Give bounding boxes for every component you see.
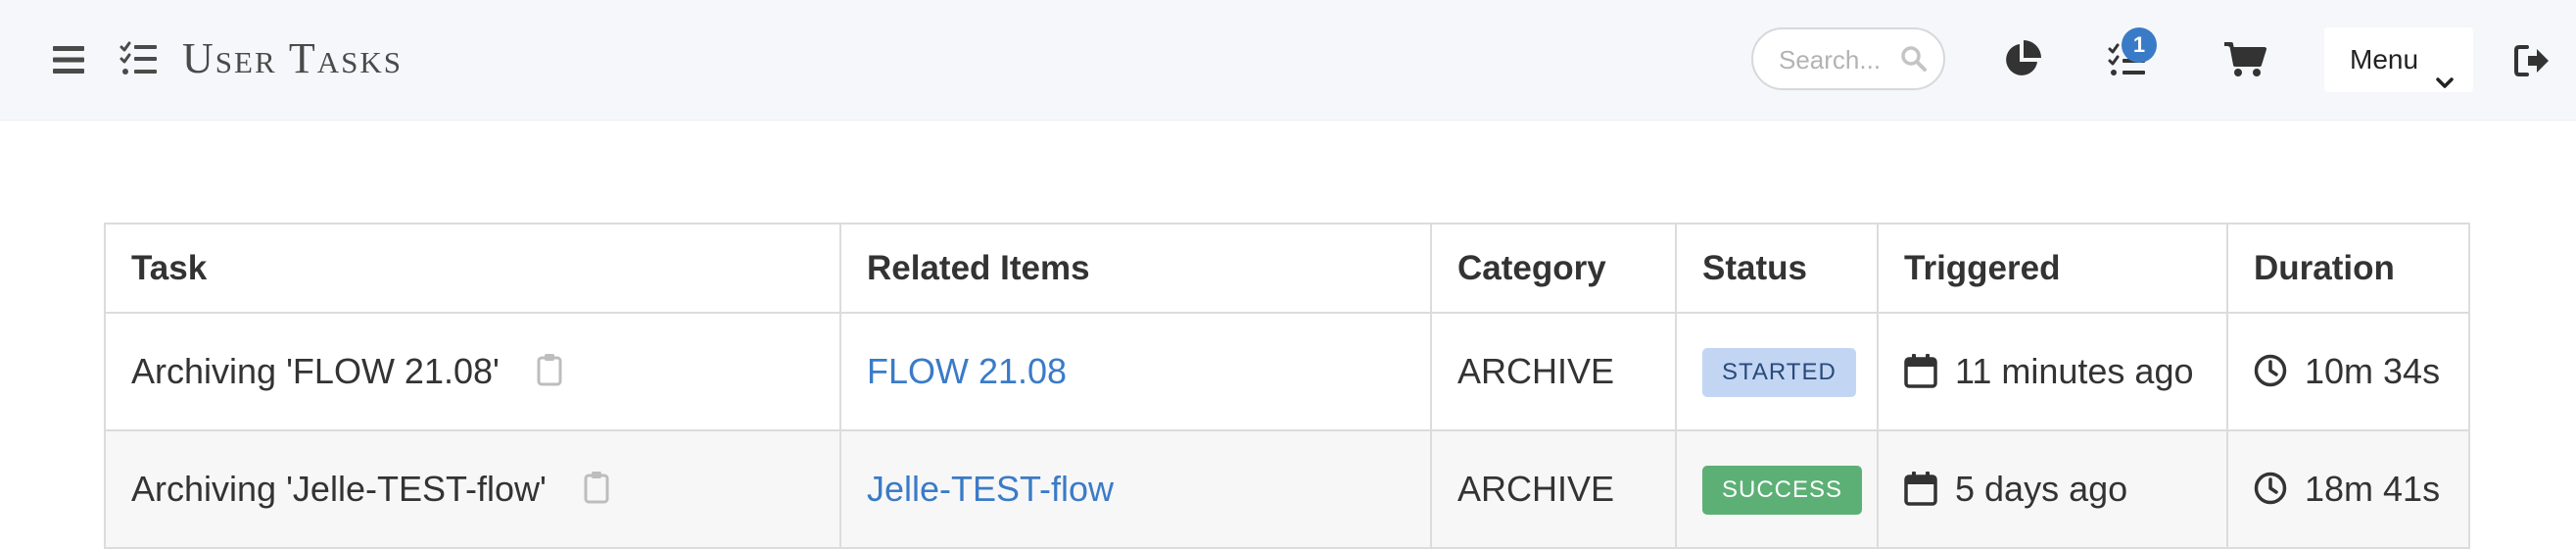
column-header-triggered[interactable]: Triggered <box>1877 223 2228 314</box>
column-header-related-items[interactable]: Related Items <box>839 223 1432 314</box>
clock-icon <box>2254 353 2287 388</box>
tasks-list-icon <box>119 41 159 78</box>
duration-cell: 10m 34s <box>2226 312 2470 431</box>
search-icon[interactable] <box>1900 45 1928 73</box>
clock-icon <box>2254 471 2287 506</box>
related-item-cell: Jelle-TEST-flow <box>839 429 1432 549</box>
top-navbar: User Tasks 1 <box>0 0 2576 121</box>
column-header-task[interactable]: Task <box>104 223 841 314</box>
triggered-cell: 11 minutes ago <box>1877 312 2228 431</box>
task-count-badge: 1 <box>2122 27 2157 63</box>
status-cell: STARTED <box>1675 312 1879 431</box>
task-cell: Archiving 'FLOW 21.08' <box>104 312 841 431</box>
table-row: Archiving 'Jelle-TEST-flow' Jelle-TEST-f… <box>104 429 2470 549</box>
duration-value: 18m 41s <box>2305 469 2441 509</box>
category-cell: ARCHIVE <box>1430 312 1677 431</box>
table-row: Archiving 'FLOW 21.08' FLOW 21.08 ARCHIV… <box>104 312 2470 431</box>
duration-cell: 18m 41s <box>2226 429 2470 549</box>
task-cell: Archiving 'Jelle-TEST-flow' <box>104 429 841 549</box>
related-item-link[interactable]: FLOW 21.08 <box>867 351 1067 391</box>
related-item-link[interactable]: Jelle-TEST-flow <box>867 469 1114 509</box>
task-name: Archiving 'Jelle-TEST-flow' <box>131 469 547 509</box>
search-input[interactable] <box>1779 41 1896 78</box>
hamburger-icon[interactable] <box>51 43 86 76</box>
menu-dropdown-button[interactable]: Menu <box>2324 27 2473 92</box>
triggered-time: 5 days ago <box>1955 469 2128 509</box>
table-header-row: Task Related Items Category Status Trigg… <box>104 223 2470 314</box>
pie-chart-icon[interactable] <box>2002 40 2041 79</box>
status-badge: SUCCESS <box>1702 465 1863 515</box>
tasks-table: Task Related Items Category Status Trigg… <box>104 223 2470 549</box>
menu-label: Menu <box>2350 44 2419 75</box>
related-item-cell: FLOW 21.08 <box>839 312 1432 431</box>
status-badge: STARTED <box>1702 347 1856 397</box>
column-header-category[interactable]: Category <box>1430 223 1677 314</box>
task-name: Archiving 'FLOW 21.08' <box>131 351 500 391</box>
column-header-status[interactable]: Status <box>1675 223 1879 314</box>
chevron-down-icon <box>2436 51 2454 88</box>
cart-icon[interactable] <box>2223 41 2266 78</box>
triggered-cell: 5 days ago <box>1877 429 2228 549</box>
status-cell: SUCCESS <box>1675 429 1879 549</box>
clipboard-icon[interactable] <box>584 471 609 504</box>
calendar-icon <box>1904 471 1937 507</box>
page-title: User Tasks <box>182 34 403 82</box>
search-box <box>1751 27 1945 90</box>
column-header-duration[interactable]: Duration <box>2226 223 2470 314</box>
calendar-icon <box>1904 353 1937 389</box>
triggered-time: 11 minutes ago <box>1955 351 2194 391</box>
sign-out-icon[interactable] <box>2513 43 2551 78</box>
category-cell: ARCHIVE <box>1430 429 1677 549</box>
clipboard-icon[interactable] <box>537 353 562 386</box>
duration-value: 10m 34s <box>2305 351 2441 391</box>
